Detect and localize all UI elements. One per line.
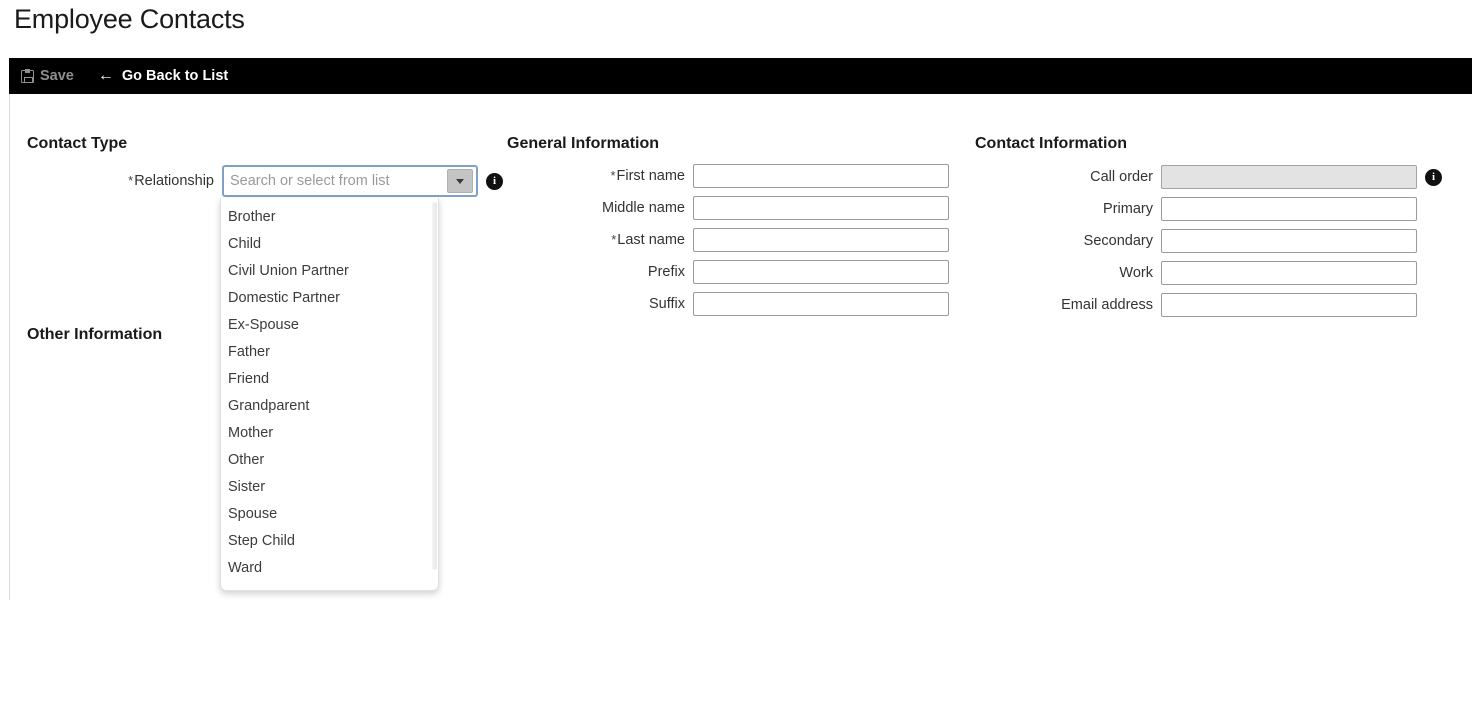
email-address-input[interactable] — [1161, 293, 1417, 317]
call-order-row: Call order i — [975, 165, 1442, 189]
relationship-label-text: Relationship — [134, 173, 214, 189]
prefix-input[interactable] — [693, 260, 949, 284]
contact-information-heading: Contact Information — [975, 135, 1127, 152]
dropdown-option[interactable]: Step Child — [221, 528, 438, 555]
dropdown-option[interactable]: Father — [221, 339, 438, 366]
secondary-row: Secondary — [975, 229, 1417, 253]
primary-label: Primary — [1103, 201, 1153, 217]
page-title: Employee Contacts — [14, 4, 245, 34]
dropdown-option[interactable]: Friend — [221, 366, 438, 393]
primary-input[interactable] — [1161, 197, 1417, 221]
dropdown-option[interactable]: Brother — [221, 204, 438, 231]
suffix-label: Suffix — [507, 296, 693, 312]
dropdown-option[interactable]: Domestic Partner — [221, 285, 438, 312]
contact-type-heading: Contact Type — [27, 135, 128, 152]
dropdown-option[interactable]: Civil Union Partner — [221, 258, 438, 285]
required-marker: * — [610, 168, 616, 183]
dropdown-option[interactable]: Child — [221, 231, 438, 258]
secondary-label: Secondary — [1083, 233, 1153, 249]
email-address-label: Email address — [1061, 297, 1153, 313]
work-row: Work — [975, 261, 1417, 285]
first-name-label: *First name — [507, 168, 693, 184]
relationship-row: *Relationship i — [27, 165, 503, 197]
call-order-input — [1161, 165, 1417, 189]
dropdown-option[interactable]: Sister — [221, 474, 438, 501]
prefix-label-text: Prefix — [647, 264, 685, 280]
relationship-combobox[interactable]: i — [222, 165, 503, 197]
left-arrow-icon: ← — [97, 67, 114, 84]
middle-name-row: Middle name — [507, 196, 949, 220]
dropdown-option[interactable]: Grandparent — [221, 393, 438, 420]
relationship-combobox-frame[interactable] — [222, 165, 478, 197]
other-information-heading: Other Information — [27, 326, 163, 343]
suffix-label-text: Suffix — [648, 296, 685, 312]
call-order-info-icon[interactable]: i — [1425, 168, 1442, 186]
prefix-row: Prefix — [507, 260, 949, 284]
relationship-input[interactable] — [228, 168, 447, 194]
prefix-label: Prefix — [507, 264, 693, 280]
dropdown-option[interactable]: Ex-Spouse — [221, 312, 438, 339]
dropdown-option[interactable]: Spouse — [221, 501, 438, 528]
middle-name-input[interactable] — [693, 196, 949, 220]
relationship-dropdown-list[interactable]: Brother Child Civil Union Partner Domestic … — [220, 198, 439, 591]
last-name-label: *Last name — [507, 232, 693, 248]
general-information-heading: General Information — [507, 135, 660, 152]
required-marker: * — [128, 173, 134, 188]
save-disk-icon — [21, 69, 34, 83]
relationship-info-icon[interactable]: i — [486, 172, 503, 190]
required-marker: * — [611, 232, 617, 247]
relationship-label: *Relationship — [27, 173, 222, 189]
middle-name-label-text: Middle name — [601, 200, 685, 216]
dropdown-scrollbar[interactable] — [432, 202, 437, 570]
primary-row: Primary — [975, 197, 1417, 221]
work-label: Work — [1119, 265, 1153, 281]
first-name-row: *First name — [507, 164, 949, 188]
save-button-label: Save — [40, 68, 74, 84]
go-back-to-list-label: Go Back to List — [121, 68, 229, 84]
middle-name-label: Middle name — [507, 200, 693, 216]
call-order-label: Call order — [1090, 169, 1153, 185]
go-back-to-list-button[interactable]: ← Go Back to List — [98, 58, 238, 94]
employee-contacts-page: Employee Contacts Save ← Go Back to List… — [0, 0, 1481, 723]
dropdown-option[interactable]: Ward — [221, 555, 438, 582]
suffix-row: Suffix — [507, 292, 949, 316]
first-name-label-text: First name — [616, 168, 686, 184]
last-name-row: *Last name — [507, 228, 949, 252]
dropdown-option[interactable]: Other — [221, 447, 438, 474]
work-input[interactable] — [1161, 261, 1417, 285]
first-name-input[interactable] — [693, 164, 949, 188]
secondary-input[interactable] — [1161, 229, 1417, 253]
last-name-input[interactable] — [693, 228, 949, 252]
action-toolbar: Save ← Go Back to List — [9, 58, 1472, 94]
email-address-row: Email address — [975, 293, 1417, 317]
suffix-input[interactable] — [693, 292, 949, 316]
chevron-down-icon[interactable] — [447, 169, 473, 193]
dropdown-option[interactable]: Mother — [221, 420, 438, 447]
save-button[interactable]: Save — [21, 58, 84, 94]
last-name-label-text: Last name — [617, 232, 685, 248]
